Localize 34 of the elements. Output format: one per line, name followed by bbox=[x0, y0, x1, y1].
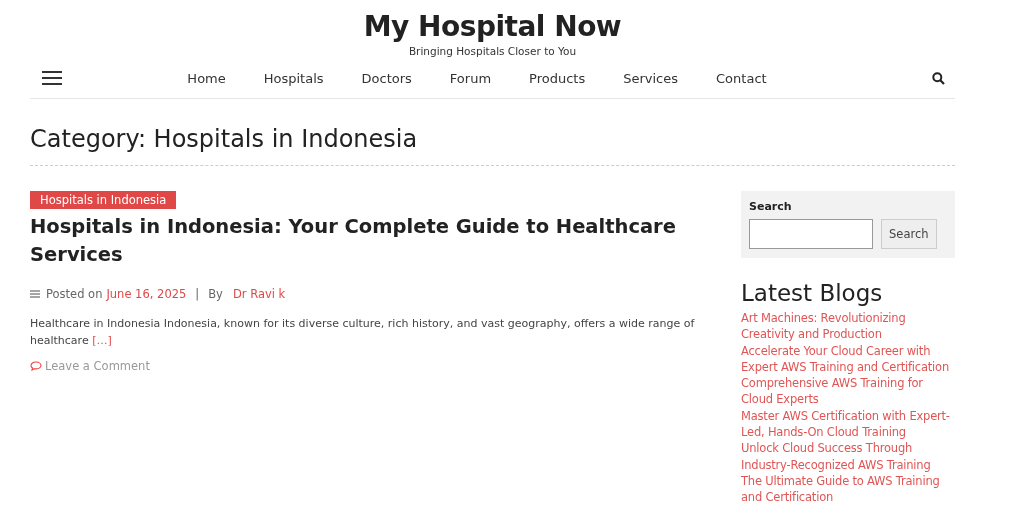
read-more-link[interactable]: […] bbox=[92, 334, 112, 347]
posted-label: Posted on bbox=[46, 287, 103, 301]
post-title[interactable]: Hospitals in Indonesia: Your Complete Guide to Healthcare Services bbox=[30, 213, 713, 269]
menu-icon[interactable] bbox=[42, 71, 62, 85]
nav-link[interactable]: Forum bbox=[449, 70, 492, 86]
blog-link[interactable]: Accelerate Your Cloud Career with Expert AWS Training and Certification bbox=[741, 342, 955, 376]
comment-icon bbox=[30, 361, 42, 371]
site-tagline: Bringing Hospitals Closer to You bbox=[407, 44, 578, 58]
nav-link[interactable]: Contact bbox=[716, 70, 767, 86]
separator: | bbox=[195, 287, 200, 301]
category-tag[interactable]: Hospitals in Indonesia bbox=[30, 191, 177, 209]
widget-title: Latest Blogs bbox=[741, 280, 883, 306]
list-icon bbox=[30, 290, 40, 298]
comment-link[interactable]: Leave a Comment bbox=[30, 359, 150, 373]
nav-link[interactable]: Hospitals bbox=[263, 70, 324, 86]
blog-link[interactable]: Master AWS Certification with Expert-Led, Hands-On Cloud Training bbox=[741, 407, 955, 441]
post-date[interactable]: June 16, 2025 bbox=[106, 287, 187, 301]
author-link[interactable]: Dr Ravi k bbox=[232, 287, 286, 301]
site-title[interactable]: My Hospital Now bbox=[363, 10, 622, 44]
search-label: Search bbox=[749, 200, 792, 213]
search-button[interactable]: Search bbox=[881, 219, 937, 249]
blog-link[interactable]: Comprehensive AWS Training for Cloud Experts bbox=[741, 375, 955, 408]
post-excerpt: Healthcare in Indonesia Indonesia, known for its diverse culture, rich history, and vast geography, offers a wide range of healthcare […] bbox=[30, 316, 696, 349]
page-title: Category: Hospitals in Indonesia bbox=[30, 124, 418, 155]
search-field[interactable] bbox=[749, 219, 873, 249]
blog-link[interactable]: Unlock Cloud Success Through Industry-Recognized AWS Training bbox=[741, 440, 955, 473]
search-icon[interactable] bbox=[932, 71, 945, 85]
nav-link[interactable]: Products bbox=[529, 70, 586, 86]
nav-link[interactable]: Doctors bbox=[361, 70, 412, 86]
nav-link[interactable]: Home bbox=[187, 70, 226, 86]
by-label: By bbox=[208, 287, 223, 301]
blog-link[interactable]: Art Machines: Revolutionizing Creativity and Production bbox=[741, 310, 955, 343]
blog-link[interactable]: The Ultimate Guide to AWS Training and Certification bbox=[741, 472, 955, 506]
nav-link[interactable]: Services bbox=[623, 70, 679, 86]
